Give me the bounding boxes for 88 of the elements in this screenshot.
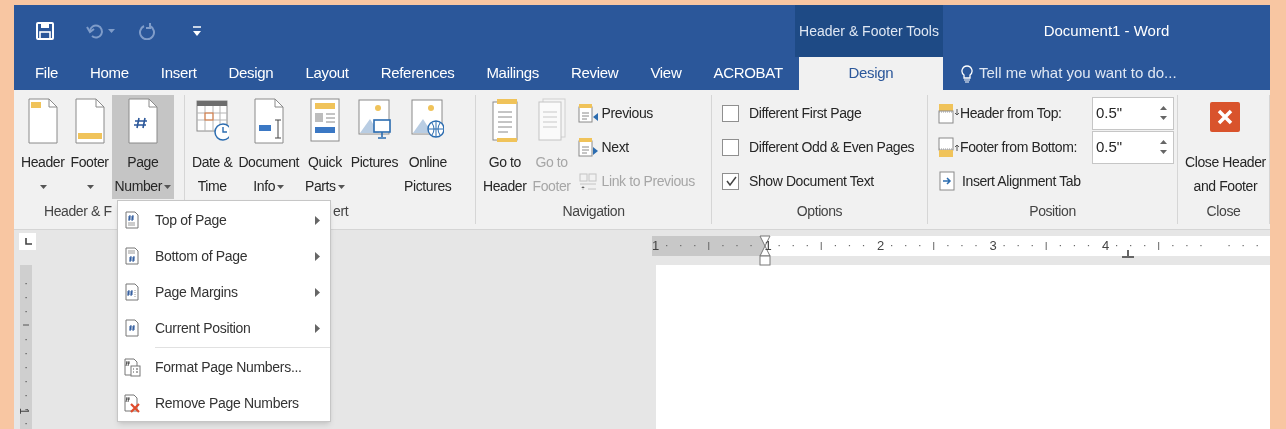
menu-item[interactable]: Format Page Numbers... <box>118 349 330 385</box>
ruler-number: 2 <box>877 237 885 255</box>
spin-field[interactable]: 0.5" <box>1092 130 1174 164</box>
ribbon-tab[interactable]: File <box>19 57 74 90</box>
group-label: Position <box>1029 201 1076 221</box>
group-label: Close <box>1206 202 1241 221</box>
checkbox[interactable] <box>722 104 739 122</box>
group-label: Navigation <box>562 202 625 221</box>
ribbon-tab[interactable]: Layout <box>289 57 365 90</box>
footer-page-icon <box>73 98 107 144</box>
caret-icon <box>108 29 115 33</box>
ruler-number: 1 <box>18 407 31 415</box>
save-icon <box>36 22 54 40</box>
ribbon-tab[interactable]: Review <box>555 57 635 90</box>
spin-field[interactable]: 0.5" <box>1092 96 1174 130</box>
context-title: Header & Footer Tools <box>799 21 939 41</box>
calendar-clock-icon <box>195 98 229 144</box>
ruler-number: 1 <box>764 237 772 255</box>
group-label: Options <box>796 201 843 221</box>
page-number-icon <box>124 318 141 338</box>
ribbon-button[interactable]: Document Info <box>235 95 302 199</box>
checkbox-label: Different Odd & Even Pages <box>749 137 915 157</box>
ribbon-tab[interactable]: Insert <box>144 57 213 90</box>
ruler-number: 1 <box>652 237 660 255</box>
page-number-icon <box>126 98 160 144</box>
ribbon-tab[interactable]: Design <box>212 57 290 90</box>
ruler-number: 3 <box>989 237 997 255</box>
ribbon-button[interactable]: Insert Alignment Tab <box>938 164 1174 198</box>
previous-section-icon <box>577 102 599 124</box>
ribbon-tab[interactable]: Mailings <box>470 57 555 90</box>
spinner-icon <box>1160 105 1167 121</box>
page-number-icon <box>124 282 141 302</box>
ribbon-button[interactable]: Page Number <box>111 95 174 199</box>
checkbox-label: Show Document Text <box>749 171 874 191</box>
menu-item[interactable]: Bottom of Page <box>118 238 330 274</box>
page-number-icon <box>124 246 141 266</box>
menu-item[interactable]: Remove Page Numbers <box>118 385 330 421</box>
ribbon-button[interactable]: Online Pictures <box>401 95 455 199</box>
checkbox[interactable] <box>722 172 739 190</box>
spinner-icon <box>1160 139 1167 155</box>
ribbon-tab[interactable]: ACROBAT <box>697 57 799 90</box>
document-info-icon <box>252 98 286 144</box>
ribbon-button[interactable]: Pictures <box>347 95 402 199</box>
submenu-arrow-icon <box>315 251 320 261</box>
window-title: Document1 - Word <box>1043 20 1170 41</box>
ribbon-button[interactable]: Previous <box>577 96 695 130</box>
remove-page-number-icon <box>124 393 141 413</box>
tab-selector[interactable] <box>19 233 36 250</box>
menu-item[interactable]: Page Margins <box>118 274 330 310</box>
checkbox[interactable] <box>722 138 739 156</box>
page-number-icon <box>124 210 141 230</box>
menu-item[interactable]: Top of Page <box>118 202 330 238</box>
submenu-arrow-icon <box>315 287 320 297</box>
submenu-arrow-icon <box>315 323 320 333</box>
ribbon-button[interactable]: Date & Time <box>189 95 236 199</box>
ribbon-button[interactable]: Header <box>18 95 68 199</box>
ruler-number: 4 <box>1102 237 1110 255</box>
ribbon-tab[interactable]: Home <box>74 57 145 90</box>
left-tab-icon <box>23 237 32 246</box>
search-field[interactable]: Tell me what you want to do... <box>979 62 1189 85</box>
page-number-icon <box>124 357 141 377</box>
ribbon-tab[interactable]: Design <box>798 57 943 90</box>
footer-bottom-icon <box>938 136 959 158</box>
header-top-icon <box>938 102 959 124</box>
menu-item[interactable]: Current Position <box>118 310 330 346</box>
group-label: ert <box>333 202 349 221</box>
field-label: Footer from Bottom: <box>960 137 1078 157</box>
undo-icon <box>86 23 104 39</box>
tab-stop-icon <box>1122 250 1134 258</box>
ribbon-tab[interactable]: References <box>364 57 471 90</box>
ribbon-button[interactable]: Close Header and Footer <box>1182 95 1269 199</box>
header-page-icon <box>26 98 60 144</box>
ribbon-button[interactable]: Quick Parts <box>302 95 348 199</box>
link-icon <box>577 170 599 192</box>
ribbon-button[interactable]: Go to Header <box>480 95 530 199</box>
ribbon-button[interactable]: Footer <box>67 95 112 199</box>
field-label: Header from Top: <box>960 103 1063 123</box>
quick-parts-icon <box>308 98 342 144</box>
customize-toolbar-icon <box>193 26 201 36</box>
ribbon-button[interactable]: Next <box>577 130 695 164</box>
checkbox-label: Different First Page <box>749 103 862 123</box>
next-section-icon <box>577 136 599 158</box>
page-footer-icon <box>535 98 569 144</box>
submenu-arrow-icon <box>315 215 320 225</box>
lightbulb-icon <box>961 64 973 83</box>
redo-icon <box>139 22 155 40</box>
ribbon-tab[interactable]: View <box>634 57 698 90</box>
group-label: Header & F <box>44 202 112 221</box>
